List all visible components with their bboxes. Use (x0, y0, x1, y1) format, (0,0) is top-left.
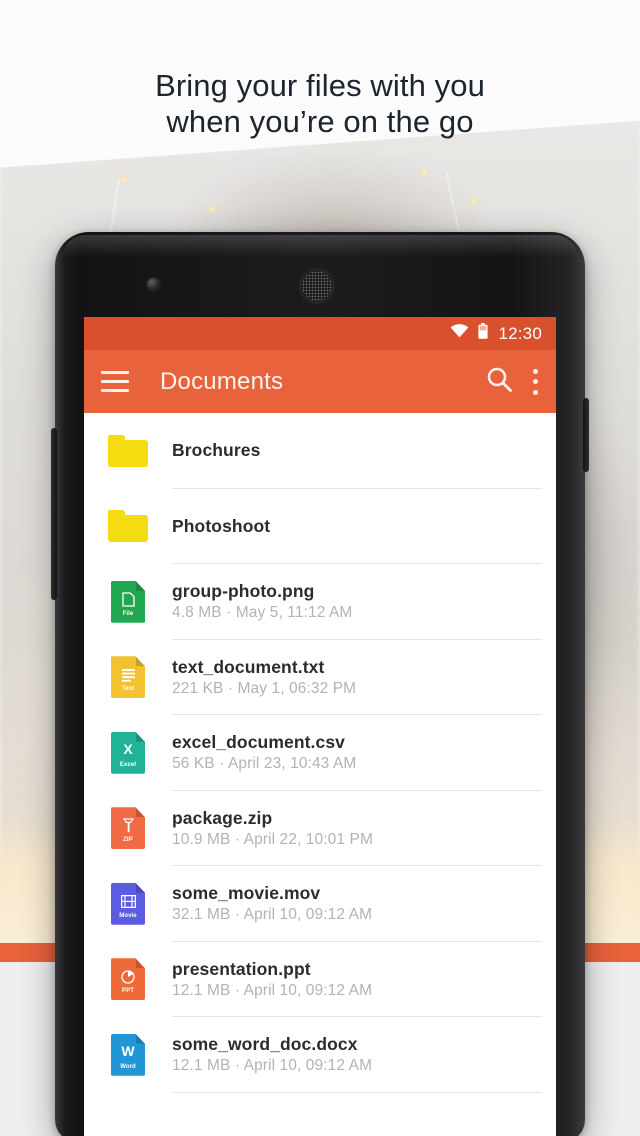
excel-x-glyph: X (123, 740, 133, 757)
file-type-tag: Movie (119, 912, 137, 919)
status-bar-clock: 12:30 (498, 323, 542, 343)
background-sparkle (208, 205, 217, 214)
promo-headline: Bring your files with you when you’re on… (0, 68, 640, 140)
file-name: Photoshoot (172, 515, 271, 536)
phone-screen: 12:30 Documents Brochures Photoshoot Fil… (84, 317, 556, 1136)
headline-line-2: when you’re on the go (166, 104, 474, 139)
file-type-tag: ZIP (123, 837, 133, 844)
list-item[interactable]: ZIP package.zip 10.9 MB · April 22, 10:0… (84, 790, 556, 866)
page-title: Documents (160, 367, 284, 395)
phone-mockup: 12:30 Documents Brochures Photoshoot Fil… (51, 232, 589, 1136)
file-name: excel_document.csv (172, 732, 345, 753)
list-item[interactable]: Brochures (84, 413, 556, 489)
file-type-tag: PPT (122, 988, 134, 995)
file-type-tag: Text (121, 686, 135, 693)
power-button[interactable] (583, 398, 589, 472)
earpiece-speaker-icon (300, 269, 334, 303)
file-zip-icon: ZIP (102, 807, 154, 850)
file-name: package.zip (172, 807, 273, 828)
list-item[interactable]: PPT presentation.ppt 12.1 MB · April 10,… (84, 941, 556, 1017)
file-meta: 12.1 MB · April 10, 09:12 AM (172, 981, 373, 999)
app-bar: Documents (84, 350, 556, 413)
list-item[interactable]: W Word some_word_doc.docx 12.1 MB · Apri… (84, 1017, 556, 1093)
folder-icon (102, 434, 154, 467)
file-image-icon: File (102, 580, 154, 623)
file-meta: 4.8 MB · May 5, 11:12 AM (172, 604, 353, 622)
file-name: text_document.txt (172, 656, 325, 677)
file-meta: 10.9 MB · April 22, 10:01 PM (172, 830, 373, 848)
battery-icon (478, 323, 489, 344)
front-camera-icon (147, 278, 160, 291)
text-lines-glyph (111, 666, 145, 682)
background-sparkle (470, 196, 479, 205)
background-sparkle (420, 168, 429, 177)
wifi-icon (450, 324, 469, 343)
list-divider (172, 1091, 542, 1093)
film-strip-glyph (111, 893, 145, 908)
document-glyph (111, 591, 145, 607)
background-sparkle (120, 175, 129, 184)
file-name: Brochures (172, 440, 261, 461)
list-item[interactable]: Photoshoot (84, 488, 556, 564)
file-list: Brochures Photoshoot File group-photo.pn… (84, 413, 556, 1093)
search-icon[interactable] (486, 366, 513, 398)
file-powerpoint-icon: PPT (102, 958, 154, 1001)
list-item[interactable]: Movie some_movie.mov 32.1 MB · April 10,… (84, 866, 556, 942)
file-movie-icon: Movie (102, 882, 154, 925)
file-text-icon: Text (102, 656, 154, 699)
file-name: presentation.ppt (172, 958, 311, 979)
word-w-glyph: W (121, 1042, 135, 1059)
list-item[interactable]: Text text_document.txt 221 KB · May 1, 0… (84, 639, 556, 715)
headline-line-1: Bring your files with you (155, 68, 485, 103)
file-meta: 12.1 MB · April 10, 09:12 AM (172, 1057, 373, 1075)
promo-screenshot: Bring your files with you when you’re on… (0, 0, 640, 1136)
phone-bezel-sheen (63, 235, 577, 257)
file-excel-icon: X Excel (102, 731, 154, 774)
file-word-icon: W Word (102, 1033, 154, 1076)
file-type-tag: Word (120, 1063, 136, 1070)
file-type-tag: Excel (119, 761, 137, 768)
file-name: some_movie.mov (172, 883, 321, 904)
file-name: group-photo.png (172, 581, 315, 602)
file-type-tag: File (122, 610, 134, 617)
file-meta: 221 KB · May 1, 06:32 PM (172, 679, 357, 697)
volume-button[interactable] (51, 428, 57, 600)
hamburger-menu-icon[interactable] (101, 371, 129, 392)
list-item[interactable]: File group-photo.png 4.8 MB · May 5, 11:… (84, 564, 556, 640)
file-name: some_word_doc.docx (172, 1034, 358, 1055)
file-meta: 32.1 MB · April 10, 09:12 AM (172, 906, 373, 924)
list-item[interactable]: X Excel excel_document.csv 56 KB · April… (84, 715, 556, 791)
zipper-glyph (111, 817, 145, 833)
status-bar: 12:30 (84, 317, 556, 350)
pie-chart-glyph (111, 968, 145, 984)
folder-icon (102, 510, 154, 543)
file-meta: 56 KB · April 23, 10:43 AM (172, 755, 357, 773)
overflow-menu-icon[interactable] (532, 368, 538, 395)
